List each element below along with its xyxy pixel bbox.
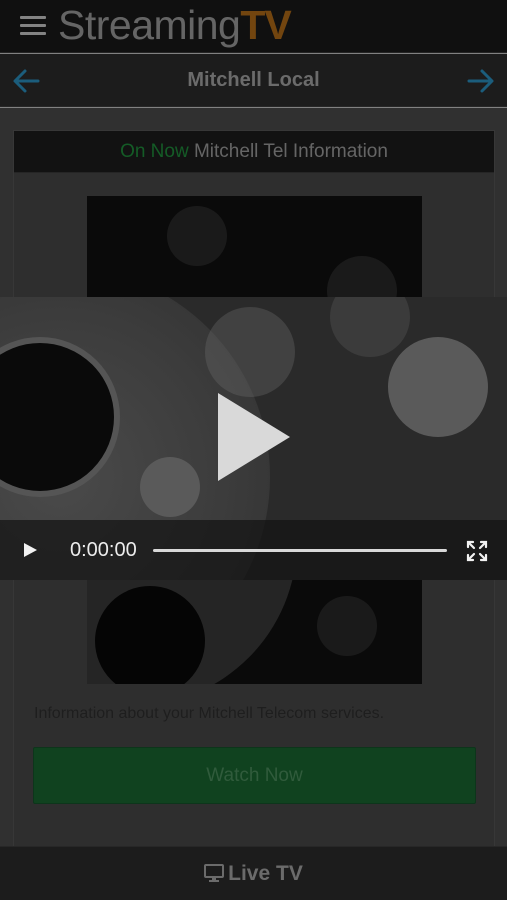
live-tv-tab[interactable]: Live TV — [0, 846, 507, 900]
logo-tv-text: TV — [240, 2, 291, 48]
film-reel-hub — [140, 457, 200, 517]
arrow-right-icon[interactable] — [467, 67, 495, 95]
tv-icon — [204, 864, 225, 882]
program-description: Information about your Mitchell Telecom … — [34, 705, 385, 722]
play-icon[interactable] — [22, 542, 38, 558]
arrow-left-icon[interactable] — [12, 67, 40, 95]
channel-title: Mitchell Local — [187, 69, 320, 91]
progress-track[interactable] — [153, 549, 447, 552]
program-header: On Now Mitchell Tel Information — [14, 131, 494, 173]
menu-icon[interactable] — [20, 16, 46, 36]
bokeh-light — [205, 307, 295, 397]
program-title: Mitchell Tel Information — [193, 141, 388, 162]
app-logo: StreamingTV — [58, 2, 292, 48]
bokeh-light — [317, 596, 377, 656]
bokeh-light — [330, 297, 410, 357]
channel-nav-bar: Mitchell Local — [0, 54, 507, 107]
player-controls: 0:00:00 — [0, 520, 507, 580]
bokeh-light — [167, 206, 227, 266]
fullscreen-icon[interactable] — [466, 540, 488, 562]
watch-now-button[interactable]: Watch Now — [33, 747, 476, 804]
playback-time: 0:00:00 — [70, 539, 137, 561]
logo-text: Streaming — [58, 2, 241, 48]
on-now-label: On Now — [120, 141, 189, 162]
top-bar: StreamingTV — [0, 0, 507, 53]
play-icon[interactable] — [214, 391, 294, 483]
bokeh-light — [388, 337, 488, 437]
live-tv-label: Live TV — [228, 862, 303, 885]
